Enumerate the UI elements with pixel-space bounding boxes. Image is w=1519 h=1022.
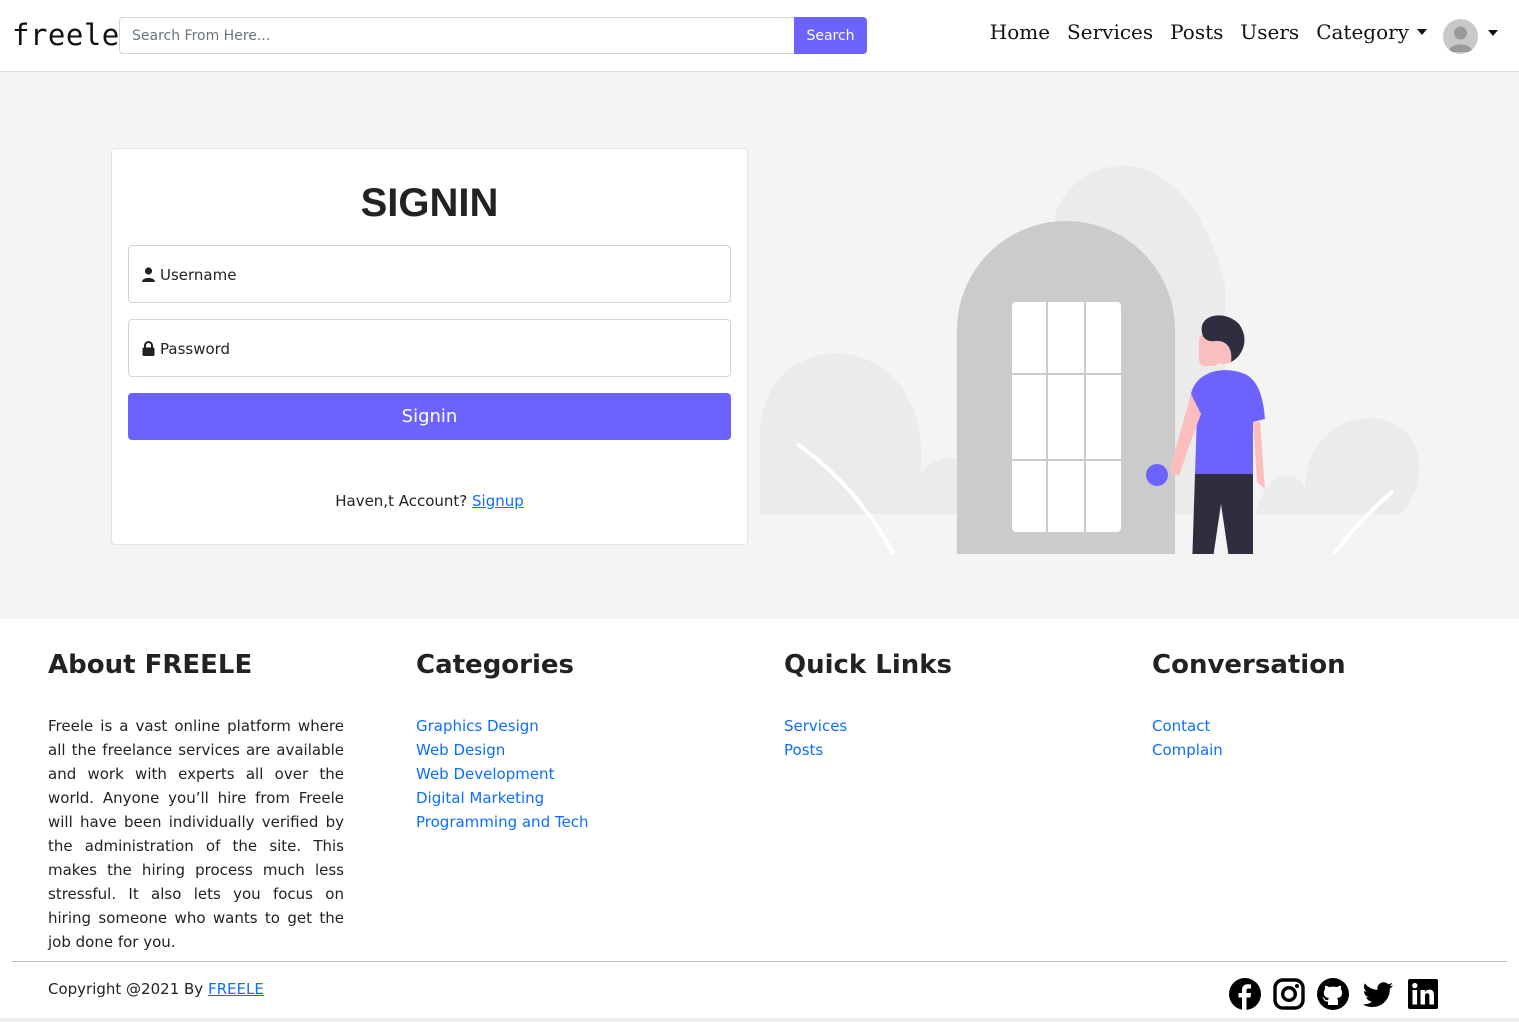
quick-link-services[interactable]: Services — [784, 714, 847, 738]
footer-about: About FREELE — [48, 650, 252, 680]
nav-link-home[interactable]: Home — [990, 20, 1050, 44]
facebook-icon[interactable] — [1229, 978, 1261, 1010]
signup-prompt: Haven,t Account? Signup — [112, 492, 747, 510]
category-label: Category — [1316, 20, 1409, 44]
categories-title: Categories — [416, 650, 575, 680]
github-icon[interactable] — [1317, 978, 1349, 1010]
door-illustration — [759, 165, 1420, 554]
linkedin-icon[interactable] — [1407, 978, 1439, 1010]
signup-link[interactable]: Signup — [472, 492, 524, 510]
search-input[interactable] — [119, 17, 795, 54]
category-link-programming-tech[interactable]: Programming and Tech — [416, 810, 588, 834]
signin-card: SIGNIN Username Password Signin Haven,t … — [111, 148, 748, 545]
conversation-link-contact[interactable]: Contact — [1152, 714, 1223, 738]
twitter-icon[interactable] — [1362, 978, 1394, 1010]
signin-title: SIGNIN — [360, 181, 499, 225]
quick-links-title: Quick Links — [784, 650, 953, 680]
password-field[interactable]: Password — [128, 319, 731, 377]
username-field[interactable]: Username — [128, 245, 731, 303]
brand-logo[interactable]: freele — [12, 18, 120, 52]
copyright-link[interactable]: FREELE — [208, 980, 264, 998]
footer-quick-links: Quick Links — [784, 650, 952, 680]
signin-section: SIGNIN Username Password Signin Haven,t … — [0, 72, 1519, 619]
signin-button[interactable]: Signin — [128, 393, 731, 440]
navbar: freele Search Home Services Posts Users … — [0, 0, 1519, 72]
copyright-text: Copyright @2021 By — [48, 980, 204, 998]
user-avatar-icon — [1448, 26, 1473, 52]
nav-link-users[interactable]: Users — [1240, 20, 1299, 44]
categories-list: Graphics Design Web Design Web Developme… — [416, 714, 588, 834]
username-placeholder: Username — [160, 266, 237, 284]
about-text: Freele is a vast online platform where a… — [48, 717, 344, 951]
category-dropdown[interactable]: Category — [1316, 20, 1427, 44]
category-link-web-design[interactable]: Web Design — [416, 738, 588, 762]
footer-categories: Categories — [416, 650, 574, 680]
quick-links-list: Services Posts — [784, 714, 847, 762]
quick-link-posts[interactable]: Posts — [784, 738, 847, 762]
nav-link-posts[interactable]: Posts — [1170, 20, 1223, 44]
about-title: About FREELE — [48, 650, 253, 680]
footer-conversation: Conversation — [1152, 650, 1346, 680]
nav-menu: Home Services Posts Users Category — [990, 20, 1427, 44]
instagram-icon[interactable] — [1273, 978, 1305, 1010]
nav-link-services[interactable]: Services — [1067, 20, 1153, 44]
conversation-list: Contact Complain — [1152, 714, 1223, 762]
lock-icon — [142, 341, 155, 356]
user-avatar[interactable] — [1443, 19, 1478, 54]
bottom-strip — [0, 1018, 1519, 1022]
category-link-graphics-design[interactable]: Graphics Design — [416, 714, 588, 738]
conversation-link-complain[interactable]: Complain — [1152, 738, 1223, 762]
footer-divider — [12, 961, 1507, 962]
search-button[interactable]: Search — [794, 17, 867, 54]
conversation-title: Conversation — [1152, 650, 1346, 680]
password-placeholder: Password — [160, 340, 231, 358]
chevron-down-icon — [1417, 29, 1427, 35]
user-icon — [142, 267, 155, 282]
category-link-web-development[interactable]: Web Development — [416, 762, 588, 786]
user-menu-chevron-icon[interactable] — [1488, 30, 1498, 36]
no-account-text: Haven,t Account? — [335, 492, 468, 510]
copyright: Copyright @2021 By FREELE — [48, 980, 264, 998]
category-link-digital-marketing[interactable]: Digital Marketing — [416, 786, 588, 810]
